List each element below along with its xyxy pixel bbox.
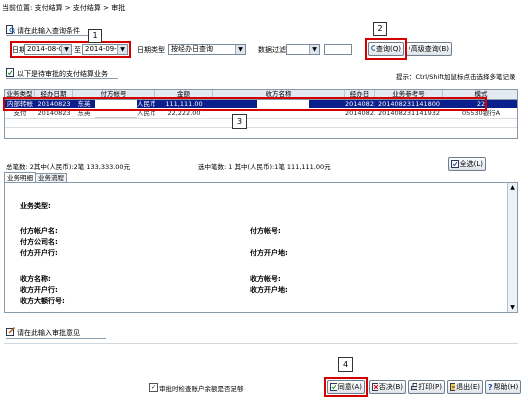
date-type-label: 日期类型 <box>137 46 165 54</box>
filter-label: 数据过滤 <box>258 46 286 54</box>
summary-selected: 选中笔数: 1 其中(人民币):1笔 111,111.00元 <box>198 163 331 171</box>
search-icon <box>409 46 410 50</box>
list-panel-title: 以下是待审批的支付结算业务 <box>17 69 108 78</box>
filter-select[interactable]: ▼ <box>286 44 320 55</box>
opinion-textarea[interactable] <box>4 343 518 368</box>
label-payee-account-no: 收方帐号: <box>250 275 281 283</box>
help-icon: ? <box>487 382 493 392</box>
label-payee-bank-location: 收方开户地: <box>250 286 288 294</box>
breadcrumb: 当前位置: 支付结算 > 支付结算 > 审批 <box>2 4 126 12</box>
row-line <box>5 127 517 128</box>
label-payer-bank-location: 付方开户地: <box>250 249 288 257</box>
label-payer-account-no: 付方帐号: <box>250 227 281 235</box>
check-balance-checkbox[interactable]: ✓ <box>149 383 158 392</box>
select-all-icon <box>451 160 459 168</box>
label-payer-company-name: 付方公司名: <box>20 238 58 246</box>
callout-2: 2 <box>373 22 387 36</box>
label-business-type: 业务类型: <box>20 202 51 210</box>
exit-icon <box>450 383 456 391</box>
scroll-down-icon[interactable]: ▼ <box>508 303 517 312</box>
divider <box>6 78 118 79</box>
selection-hint: 提示：Ctrl/Shift加鼠标点击选择多笔记录 <box>396 73 516 81</box>
check-balance-label: 审批时检查账户余额是否足够 <box>159 385 244 393</box>
reject-icon <box>372 383 378 391</box>
label-payee-bank: 收方开户行: <box>20 286 58 294</box>
label-payee-large-bank-no: 收方大额行号: <box>20 297 65 305</box>
highlight-box-3 <box>3 97 487 111</box>
row-line <box>5 118 517 119</box>
exit-button[interactable]: 退出(E) <box>447 380 483 394</box>
chevron-down-icon[interactable]: ▼ <box>309 45 319 54</box>
divider <box>6 338 106 339</box>
label-payer-bank: 付方开户行: <box>20 249 58 257</box>
callout-4: 4 <box>338 357 353 372</box>
query-panel-title: 请在此输入查询条件 <box>17 26 80 35</box>
callout-1: 1 <box>88 29 102 43</box>
select-all-button[interactable]: 全选(L) <box>448 157 486 171</box>
advanced-query-button[interactable]: 高级查询(B) <box>406 42 452 56</box>
date-type-select[interactable]: 按经办日查询 ▼ <box>168 44 246 55</box>
reject-button[interactable]: 否决(B) <box>369 380 406 394</box>
chevron-down-icon[interactable]: ▼ <box>235 45 245 54</box>
highlight-box-2 <box>365 38 407 60</box>
highlight-box-4 <box>324 377 368 397</box>
scroll-up-icon[interactable]: ▲ <box>508 183 517 192</box>
edit-icon <box>6 327 15 338</box>
label-payee-name: 收方名称: <box>20 275 51 283</box>
label-payer-account-name: 付方帐户名: <box>20 227 58 235</box>
printer-icon <box>411 383 418 390</box>
filter-text-input[interactable] <box>324 44 352 55</box>
callout-3: 3 <box>232 114 247 129</box>
scrollbar[interactable]: ▲ ▼ <box>507 183 517 312</box>
help-button[interactable]: ? 帮助(H) <box>485 380 521 394</box>
highlight-box-1 <box>10 41 131 58</box>
summary-total: 总笔数: 2其中(人民币):2笔 133,333.00元 <box>6 163 131 171</box>
opinion-panel-header: 请在此输入审批意见 <box>6 327 80 338</box>
opinion-panel-title: 请在此输入审批意见 <box>17 328 80 337</box>
print-button[interactable]: 打印(P) <box>408 380 445 394</box>
